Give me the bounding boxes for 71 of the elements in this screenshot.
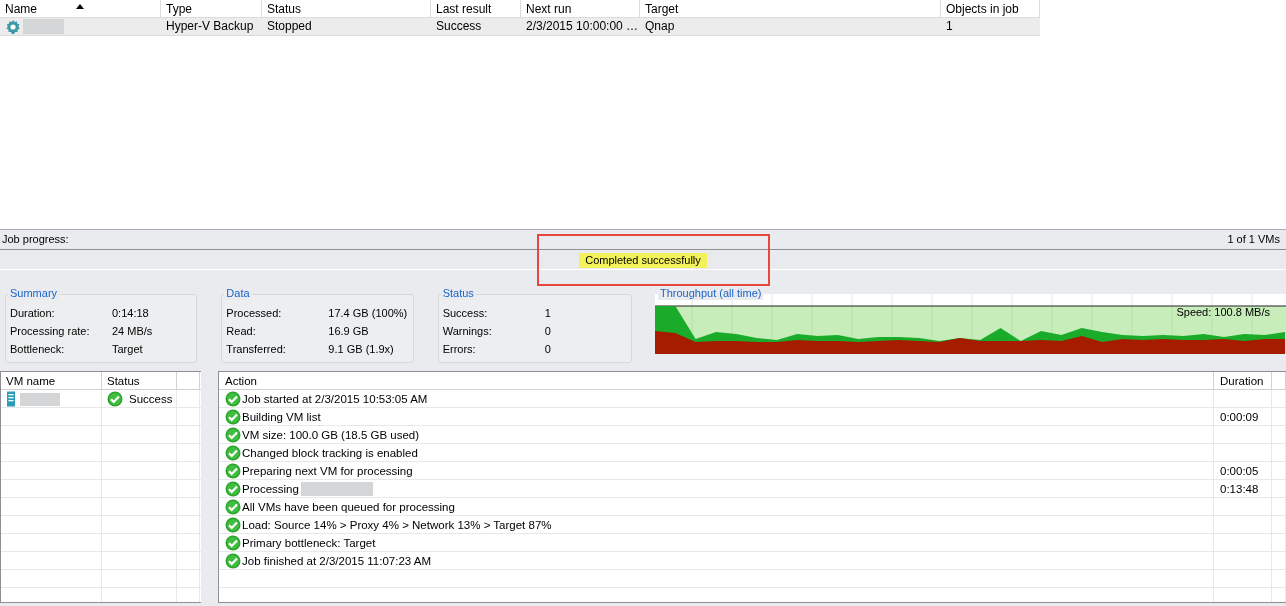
check-icon xyxy=(225,516,241,533)
check-icon xyxy=(107,390,123,407)
check-icon xyxy=(225,462,241,479)
stat-label: Duration: xyxy=(10,306,56,321)
action-text: Processing xyxy=(242,481,299,497)
duration-text: 0:00:09 xyxy=(1220,409,1259,425)
check-icon xyxy=(225,480,241,497)
check-icon xyxy=(225,552,241,569)
action-text: Load: Source 14% > Proxy 4% > Network 13% > Target 87% xyxy=(242,517,552,533)
stat-value: 9.1 GB (1.9x) xyxy=(328,342,394,357)
progress-label: Job progress: xyxy=(2,232,69,247)
duration-text: 0:13:48 xyxy=(1220,481,1259,497)
column-header[interactable]: VM name xyxy=(1,372,102,389)
panel-title: Summary xyxy=(8,287,60,300)
check-icon xyxy=(225,390,241,407)
stat-value: 1 xyxy=(544,306,551,321)
column-header[interactable]: Name xyxy=(0,0,161,17)
vm-count: 1 of 1 VMs xyxy=(1227,232,1280,247)
table-cell-text: 2/3/2015 10:00:00 … xyxy=(525,18,640,35)
column-header[interactable]: Next run xyxy=(521,0,640,17)
panel-title: Data xyxy=(224,287,252,300)
column-header[interactable]: Duration xyxy=(1214,372,1272,389)
table-cell-text: Stopped xyxy=(266,18,313,35)
action-text: Primary bottleneck: Target xyxy=(242,535,376,551)
stat-value: 24 MB/s xyxy=(112,324,153,339)
panel-title: Status xyxy=(440,287,476,300)
stat-value: Target xyxy=(112,342,143,357)
stat-value: 0:14:18 xyxy=(112,306,149,321)
speed-reading: Speed: 100.8 MB/s xyxy=(1176,306,1270,318)
table-cell-text: Qnap xyxy=(644,18,676,35)
job-row[interactable]: Hyper-V Backup Stopped Success 2/3/2015 10:00:00 … Qnap 1 xyxy=(0,18,1040,36)
table-cell-text: 1 xyxy=(945,18,954,35)
column-header[interactable]: Objects in job xyxy=(941,0,1040,17)
server-icon xyxy=(6,390,16,407)
table-cell-text: Hyper-V Backup xyxy=(165,18,255,35)
stat-label: Processing rate: xyxy=(10,324,91,339)
column-header[interactable]: Status xyxy=(102,372,177,389)
stat-label: Success: xyxy=(442,306,489,321)
stat-label: Processed: xyxy=(226,306,283,321)
redacted-block xyxy=(20,392,60,406)
table-cell-text: Success xyxy=(435,18,483,35)
action-text: Changed block tracking is enabled xyxy=(242,445,418,461)
panel-title: Throughput (all time) xyxy=(658,287,764,300)
status-text: Success xyxy=(129,391,173,407)
stat-value: 17.4 GB (100%) xyxy=(328,306,408,321)
column-header[interactable]: Target xyxy=(640,0,941,17)
action-text: VM size: 100.0 GB (18.5 GB used) xyxy=(242,427,420,443)
check-icon xyxy=(225,444,241,461)
duration-text: 0:00:05 xyxy=(1220,463,1259,479)
stat-label: Warnings: xyxy=(442,324,493,339)
stat-label: Transferred: xyxy=(226,342,287,357)
stat-value: 0 xyxy=(544,324,551,339)
check-icon xyxy=(225,426,241,443)
action-text: Job finished at 2/3/2015 11:07:23 AM xyxy=(242,553,432,569)
column-header[interactable]: Last result xyxy=(431,0,521,17)
action-text: Job started at 2/3/2015 10:53:05 AM xyxy=(242,391,428,407)
check-icon xyxy=(225,534,241,551)
stat-label: Errors: xyxy=(442,342,477,357)
column-header[interactable]: Status xyxy=(262,0,431,17)
action-text: All VMs have been queued for processing xyxy=(242,499,455,515)
stat-label: Read: xyxy=(226,324,257,339)
column-header[interactable]: Type xyxy=(161,0,262,17)
check-icon xyxy=(225,498,241,515)
action-text: Building VM list xyxy=(242,409,321,425)
action-text: Preparing next VM for processing xyxy=(242,463,413,479)
check-icon xyxy=(225,408,241,425)
stat-value: 16.9 GB xyxy=(328,324,369,339)
stat-value: 0 xyxy=(544,342,551,357)
stat-label: Bottleneck: xyxy=(10,342,66,357)
gear-icon xyxy=(5,19,21,35)
column-header[interactable]: Action xyxy=(219,372,1214,389)
